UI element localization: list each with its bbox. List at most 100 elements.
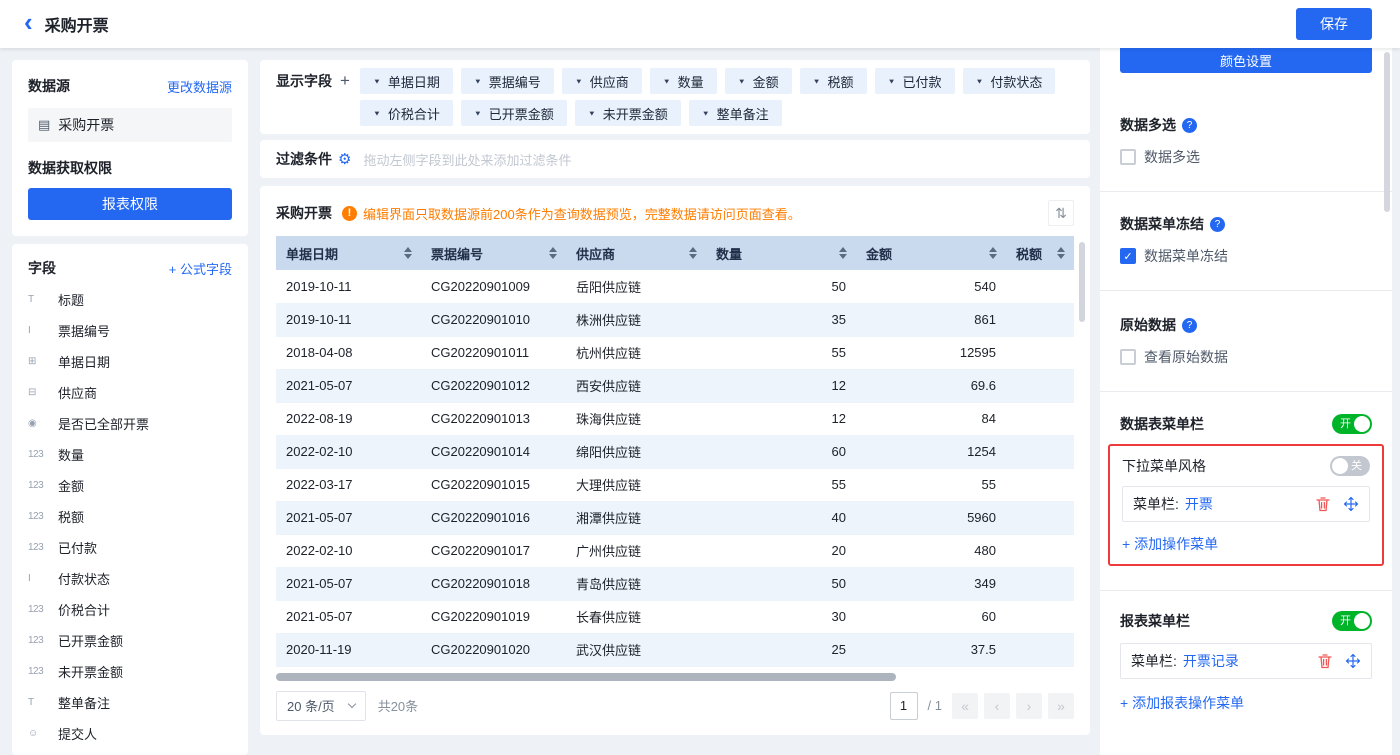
table-row[interactable]: 2018-04-08CG20220901011杭州供应链5512595: [276, 336, 1074, 369]
raw-data-checkbox-row[interactable]: 查看原始数据: [1120, 347, 1372, 367]
save-button[interactable]: 保存: [1296, 8, 1372, 40]
display-field-chip[interactable]: ▼整单备注: [689, 100, 782, 126]
checkbox-unchecked[interactable]: [1120, 349, 1136, 365]
delete-icon[interactable]: [1315, 496, 1331, 512]
table-cell: 84: [856, 402, 1006, 435]
display-field-chip[interactable]: ▼付款状态: [963, 68, 1056, 94]
table-row[interactable]: 2022-02-10CG20220901017广州供应链20480: [276, 534, 1074, 567]
field-item[interactable]: 123金额: [28, 470, 232, 501]
column-header[interactable]: 单据日期: [276, 236, 421, 270]
move-icon[interactable]: [1345, 653, 1361, 669]
menu-item-row[interactable]: 菜单栏: 开票记录: [1120, 643, 1372, 679]
sort-icon[interactable]: [1057, 247, 1065, 259]
add-action-menu-link[interactable]: + 添加操作菜单: [1122, 534, 1218, 554]
column-header[interactable]: 票据编号: [421, 236, 566, 270]
display-field-chip[interactable]: ▼未开票金额: [575, 100, 681, 126]
table-row[interactable]: 2022-03-17CG20220901015大理供应链5555: [276, 468, 1074, 501]
field-item[interactable]: ⊟供应商: [28, 377, 232, 408]
report-permission-button[interactable]: 报表权限: [28, 188, 232, 220]
column-header[interactable]: 金额: [856, 236, 1006, 270]
data-table: 单据日期票据编号供应商数量金额税额 2019-10-11CG2022090100…: [276, 236, 1074, 667]
display-field-chip[interactable]: ▼已付款: [875, 68, 955, 94]
chip-label: 整单备注: [717, 104, 769, 123]
display-field-chip[interactable]: ▼供应商: [562, 68, 642, 94]
display-field-chip[interactable]: ▼已开票金额: [461, 100, 567, 126]
table-row[interactable]: 2021-05-07CG20220901018青岛供应链50349: [276, 567, 1074, 600]
column-header[interactable]: 数量: [706, 236, 856, 270]
help-icon[interactable]: ?: [1210, 217, 1225, 232]
field-item[interactable]: ⊞单据日期: [28, 346, 232, 377]
table-row[interactable]: 2020-11-19CG20220901020武汉供应链2537.5: [276, 633, 1074, 666]
field-item[interactable]: 123已开票金额: [28, 625, 232, 656]
menu-item-row[interactable]: 菜单栏: 开票: [1122, 486, 1370, 522]
menu-item-value[interactable]: 开票记录: [1183, 651, 1239, 671]
display-field-chip[interactable]: ▼数量: [650, 68, 717, 94]
horizontal-scrollbar[interactable]: [276, 673, 896, 681]
dropdown-style-toggle[interactable]: 关: [1330, 456, 1370, 476]
field-item[interactable]: ◉是否已全部开票: [28, 408, 232, 439]
table-menu-toggle[interactable]: 开: [1332, 414, 1372, 434]
sort-icon[interactable]: [689, 247, 697, 259]
menu-freeze-checkbox-row[interactable]: ✓ 数据菜单冻结: [1120, 246, 1372, 266]
table-row[interactable]: 2021-05-07CG20220901016湘潭供应链405960: [276, 501, 1074, 534]
datasource-item[interactable]: ▤ 采购开票: [28, 108, 232, 142]
field-item[interactable]: 123未开票金额: [28, 656, 232, 687]
sort-icon[interactable]: [404, 247, 412, 259]
color-settings-button[interactable]: 颜色设置: [1120, 48, 1372, 73]
table-row[interactable]: 2019-10-11CG20220901010株洲供应链35861: [276, 303, 1074, 336]
field-item[interactable]: ☺提交人: [28, 718, 232, 749]
column-header[interactable]: 税额: [1006, 236, 1074, 270]
field-item[interactable]: T标题: [28, 284, 232, 315]
checkbox-unchecked[interactable]: [1120, 149, 1136, 165]
table-row[interactable]: 2021-05-07CG20220901012西安供应链1269.6: [276, 369, 1074, 402]
report-menu-toggle[interactable]: 开: [1332, 611, 1372, 631]
field-item[interactable]: T整单备注: [28, 687, 232, 718]
table-cell: [1006, 501, 1074, 534]
table-row[interactable]: 2022-02-10CG20220901014绵阳供应链601254: [276, 435, 1074, 468]
prev-page-button[interactable]: ‹: [984, 693, 1010, 719]
display-field-chip[interactable]: ▼税额: [800, 68, 867, 94]
formula-field-link[interactable]: + 公式字段: [169, 259, 232, 278]
row-sort-button[interactable]: ⇅: [1048, 200, 1074, 226]
highlighted-section: 下拉菜单风格 关 菜单栏: 开票 + 添加操作菜单: [1108, 444, 1384, 566]
page-size-select[interactable]: 20 条/页: [276, 691, 366, 721]
add-report-action-menu-link[interactable]: + 添加报表操作菜单: [1120, 693, 1244, 713]
table-row[interactable]: 2019-10-11CG20220901009岳阳供应链50540: [276, 270, 1074, 303]
panel-scrollbar[interactable]: [1384, 52, 1390, 212]
vertical-scrollbar[interactable]: [1079, 242, 1085, 322]
sort-icon[interactable]: [989, 247, 997, 259]
delete-icon[interactable]: [1317, 653, 1333, 669]
field-item[interactable]: 123价税合计: [28, 594, 232, 625]
field-item[interactable]: 123数量: [28, 439, 232, 470]
move-icon[interactable]: [1343, 496, 1359, 512]
checkbox-checked[interactable]: ✓: [1120, 248, 1136, 264]
current-page[interactable]: 1: [890, 692, 918, 720]
first-page-button[interactable]: «: [952, 693, 978, 719]
next-page-button[interactable]: ›: [1016, 693, 1042, 719]
table-cell: 60: [706, 435, 856, 468]
table-cell: CG20220901016: [421, 501, 566, 534]
help-icon[interactable]: ?: [1182, 318, 1197, 333]
help-icon[interactable]: ?: [1182, 118, 1197, 133]
field-item[interactable]: 123税额: [28, 501, 232, 532]
back-icon[interactable]: ‹: [24, 9, 33, 35]
field-item[interactable]: I付款状态: [28, 563, 232, 594]
display-field-chip[interactable]: ▼票据编号: [461, 68, 554, 94]
display-field-chip[interactable]: ▼单据日期: [360, 68, 453, 94]
gear-icon[interactable]: ⚙: [338, 150, 351, 168]
table-row[interactable]: 2021-05-07CG20220901019长春供应链3060: [276, 600, 1074, 633]
table-row[interactable]: 2022-08-19CG20220901013珠海供应链1284: [276, 402, 1074, 435]
datasource-item-label: 采购开票: [58, 115, 114, 135]
add-display-field-icon[interactable]: +: [340, 68, 350, 126]
field-item[interactable]: I票据编号: [28, 315, 232, 346]
last-page-button[interactable]: »: [1048, 693, 1074, 719]
sort-icon[interactable]: [839, 247, 847, 259]
sort-icon[interactable]: [549, 247, 557, 259]
column-header[interactable]: 供应商: [566, 236, 706, 270]
menu-item-value[interactable]: 开票: [1185, 494, 1213, 514]
display-field-chip[interactable]: ▼价税合计: [360, 100, 453, 126]
display-field-chip[interactable]: ▼金额: [725, 68, 792, 94]
change-datasource-link[interactable]: 更改数据源: [167, 77, 232, 96]
field-item[interactable]: 123已付款: [28, 532, 232, 563]
multi-select-checkbox-row[interactable]: 数据多选: [1120, 147, 1372, 167]
